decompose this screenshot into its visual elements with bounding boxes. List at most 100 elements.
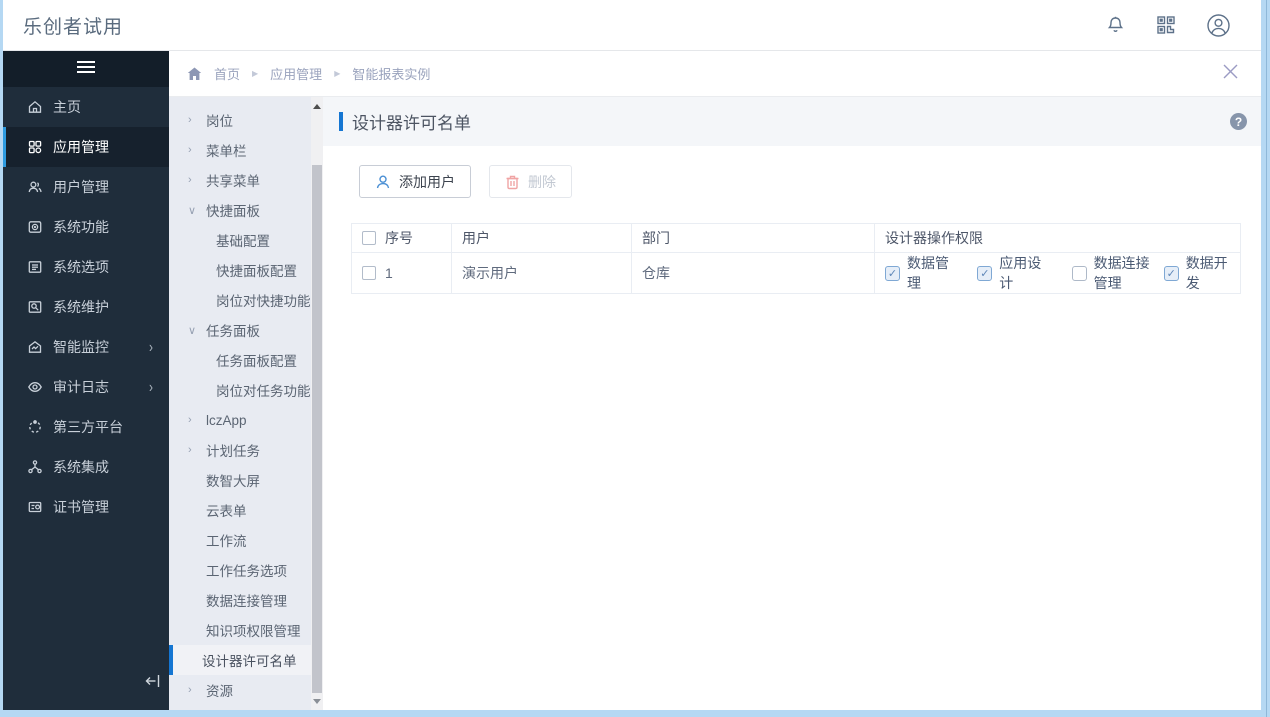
sidebar-item-user-management[interactable]: 用户管理 — [3, 167, 169, 207]
permission-data-connection-management[interactable]: ✓ 数据连接管理 — [1071, 253, 1162, 293]
user-avatar-icon[interactable] — [1206, 13, 1231, 38]
select-all-checkbox[interactable] — [362, 231, 376, 245]
sidebar-item-smart-monitoring[interactable]: 智能监控 › — [3, 327, 169, 367]
home-icon — [27, 99, 53, 115]
submenu-item-menu-bar[interactable]: › 菜单栏 — [169, 135, 311, 165]
checkbox-icon[interactable]: ✓ — [1163, 265, 1179, 281]
integration-icon — [27, 459, 53, 475]
breadcrumb-bar: 首页 ▶ 应用管理 ▶ 智能报表实例 — [169, 51, 1261, 97]
submenu-item-position-task-functions[interactable]: 岗位对任务功能 — [169, 375, 311, 405]
primary-sidebar: 主页 应用管理 用户管理 系统功能 系统选项 系统维护 智能监控 › 审计日志 … — [3, 51, 169, 710]
add-user-icon — [375, 174, 391, 190]
app-logo: 乐创者试用 — [23, 16, 124, 38]
column-header-permissions: 设计器操作权限 — [874, 223, 1241, 253]
third-party-icon — [27, 419, 53, 435]
breadcrumb: 首页 ▶ 应用管理 ▶ 智能报表实例 — [187, 64, 430, 83]
column-header-index: 序号 — [385, 230, 413, 246]
sidebar-collapse-button[interactable] — [143, 671, 163, 696]
qr-code-icon[interactable] — [1156, 15, 1176, 35]
breadcrumb-item-app-management[interactable]: 应用管理 — [270, 64, 322, 83]
topbar-actions — [1105, 13, 1261, 38]
maintenance-icon — [27, 299, 53, 315]
app-window: 乐创者试用 主页 应用管理 用户管理 系统功能 系统选项 系统维护 智能监控 ›… — [3, 0, 1261, 710]
trash-icon — [505, 174, 520, 190]
column-header-user: 用户 — [451, 223, 632, 253]
smart-monitor-icon — [27, 339, 53, 355]
checkbox-icon[interactable]: ✓ — [1071, 265, 1087, 281]
sidebar-item-third-party[interactable]: 第三方平台 — [3, 407, 169, 447]
sidebar-item-system-integration[interactable]: 系统集成 — [3, 447, 169, 487]
certificate-icon — [27, 499, 53, 515]
help-icon[interactable]: ? — [1230, 113, 1247, 130]
secondary-sidebar: › 岗位 › 菜单栏 › 共享菜单 ∨ 快捷面板 基础配置 快捷面板配置 岗位对快捷功能… — [169, 97, 323, 710]
sidebar-item-system-functions[interactable]: 系统功能 — [3, 207, 169, 247]
submenu-item-positions[interactable]: › 岗位 — [169, 105, 311, 135]
scrollbar-thumb[interactable] — [312, 165, 322, 693]
row-user: 演示用户 — [451, 252, 632, 294]
hamburger-icon — [77, 60, 95, 78]
submenu-item-position-quick-functions[interactable]: 岗位对快捷功能 — [169, 285, 311, 315]
page-title-bar: 设计器许可名单 ? — [323, 97, 1261, 146]
breadcrumb-separator-icon: ▶ — [334, 69, 341, 78]
checkbox-icon[interactable]: ✓ — [977, 265, 993, 281]
sidebar-item-home[interactable]: 主页 — [3, 87, 169, 127]
breadcrumb-item-current[interactable]: 智能报表实例 — [352, 64, 430, 83]
options-doc-icon — [27, 259, 53, 275]
whitelist-table: 序号 用户 部门 设计器操作权限 1 演示用户 仓库 ✓ 数据管理 ✓ 应用设计… — [351, 223, 1241, 294]
submenu-item-knowledge-permissions[interactable]: 知识项权限管理 — [169, 615, 311, 645]
submenu-item-cloud-forms[interactable]: 云表单 — [169, 495, 311, 525]
submenu-item-shared-menu[interactable]: › 共享菜单 — [169, 165, 311, 195]
table-row: 1 演示用户 仓库 ✓ 数据管理 ✓ 应用设计 数据连接管理 ✓ 数据开发 — [351, 252, 1241, 294]
apps-grid-icon — [27, 139, 53, 155]
sidebar-item-system-maintenance[interactable]: 系统维护 — [3, 287, 169, 327]
close-icon[interactable] — [1220, 61, 1241, 87]
scroll-down-icon[interactable] — [311, 694, 323, 708]
permissions-cell: ✓ 数据管理 ✓ 应用设计 数据连接管理 ✓ 数据开发 — [885, 253, 1230, 293]
row-checkbox[interactable] — [362, 266, 376, 280]
delete-button[interactable]: 删除 — [489, 165, 572, 198]
sidebar-item-certificate-management[interactable]: 证书管理 — [3, 487, 169, 527]
submenu-item-basic-config[interactable]: 基础配置 — [169, 225, 311, 255]
submenu-item-designer-whitelist[interactable]: 设计器许可名单 — [169, 645, 311, 675]
sidebar-item-audit-logs[interactable]: 审计日志 › — [3, 367, 169, 407]
submenu-item-task-panel[interactable]: ∨ 任务面板 — [169, 315, 311, 345]
toolbar: 添加用户 删除 — [359, 165, 1245, 198]
row-index: 1 — [385, 265, 393, 281]
top-bar: 乐创者试用 — [3, 0, 1261, 51]
submenu-item-quick-panel[interactable]: ∨ 快捷面板 — [169, 195, 311, 225]
window-edge — [1266, 0, 1267, 717]
permission-data-management[interactable]: ✓ 数据管理 — [885, 253, 951, 293]
chevron-right-icon: › — [149, 377, 153, 397]
breadcrumb-separator-icon: ▶ — [252, 69, 259, 78]
sidebar-item-system-options[interactable]: 系统选项 — [3, 247, 169, 287]
column-header-department: 部门 — [631, 223, 875, 253]
monitor-icon — [27, 219, 53, 235]
submenu-item-task-panel-config[interactable]: 任务面板配置 — [169, 345, 311, 375]
home-icon[interactable] — [187, 67, 202, 81]
sidebar-item-app-management[interactable]: 应用管理 — [3, 127, 169, 167]
permission-app-design[interactable]: ✓ 应用设计 — [977, 253, 1043, 293]
submenu-scrollbar[interactable] — [311, 97, 323, 710]
submenu-item-data-connection-management[interactable]: 数据连接管理 — [169, 585, 311, 615]
checkbox-icon[interactable]: ✓ — [885, 265, 900, 281]
submenu-item-lczapp[interactable]: › lczApp — [169, 405, 311, 435]
submenu-item-workflow[interactable]: 工作流 — [169, 525, 311, 555]
page-title: 设计器许可名单 — [352, 114, 471, 133]
main-panel: 设计器许可名单 ? 添加用户 删除 序号 用户 部门 设计器操作权限 1 演示用… — [323, 97, 1261, 710]
breadcrumb-item-home[interactable]: 首页 — [214, 64, 240, 83]
users-icon — [27, 179, 53, 195]
eye-icon — [27, 379, 53, 395]
hamburger-menu-button[interactable] — [3, 51, 169, 87]
submenu-item-resources[interactable]: › 资源 — [169, 675, 311, 705]
add-user-button[interactable]: 添加用户 — [359, 165, 471, 198]
permission-data-development[interactable]: ✓ 数据开发 — [1163, 253, 1230, 293]
submenu-item-work-task-options[interactable]: 工作任务选项 — [169, 555, 311, 585]
submenu-item-quick-panel-config[interactable]: 快捷面板配置 — [169, 255, 311, 285]
submenu-item-scheduled-tasks[interactable]: › 计划任务 — [169, 435, 311, 465]
bell-icon[interactable] — [1105, 15, 1126, 36]
submenu-item-data-screen[interactable]: 数智大屏 — [169, 465, 311, 495]
scroll-up-icon[interactable] — [311, 99, 323, 113]
table-header-row: 序号 用户 部门 设计器操作权限 — [351, 223, 1241, 253]
row-department: 仓库 — [631, 252, 875, 294]
title-accent-bar — [339, 112, 343, 131]
